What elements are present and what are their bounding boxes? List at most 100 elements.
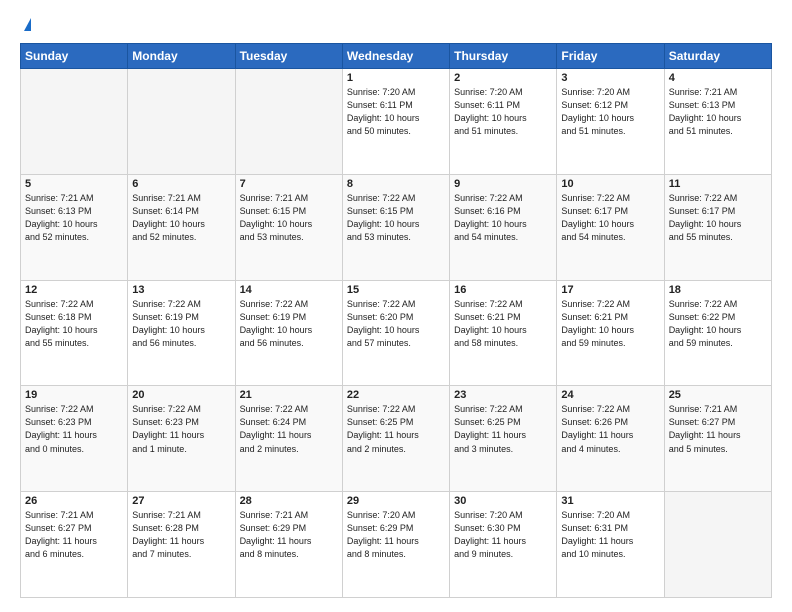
day-info: Sunrise: 7:22 AM Sunset: 6:19 PM Dayligh…: [240, 298, 338, 350]
day-header-sunday: Sunday: [21, 44, 128, 69]
calendar-cell: 30 Sunrise: 7:20 AM Sunset: 6:30 PM Dayli…: [450, 492, 557, 598]
day-info: Sunrise: 7:20 AM Sunset: 6:11 PM Dayligh…: [454, 86, 552, 138]
calendar-cell: 16 Sunrise: 7:22 AM Sunset: 6:21 PM Dayli…: [450, 280, 557, 386]
day-number: 1: [347, 72, 445, 84]
day-header-saturday: Saturday: [664, 44, 771, 69]
calendar-cell: 26 Sunrise: 7:21 AM Sunset: 6:27 PM Dayli…: [21, 492, 128, 598]
day-info: Sunrise: 7:21 AM Sunset: 6:14 PM Dayligh…: [132, 192, 230, 244]
day-number: 16: [454, 284, 552, 296]
day-info: Sunrise: 7:22 AM Sunset: 6:15 PM Dayligh…: [347, 192, 445, 244]
calendar-cell: 9Sunrise: 7:22 AM Sunset: 6:16 PM Daylig…: [450, 174, 557, 280]
calendar-cell: 19 Sunrise: 7:22 AM Sunset: 6:23 PM Dayli…: [21, 386, 128, 492]
day-info: Sunrise: 7:22 AM Sunset: 6:20 PM Dayligh…: [347, 298, 445, 350]
day-info: Sunrise: 7:21 AM Sunset: 6:27 PM Dayligh…: [25, 509, 123, 561]
page: SundayMondayTuesdayWednesdayThursdayFrid…: [0, 0, 792, 612]
day-number: 12: [25, 284, 123, 296]
day-info: Sunrise: 7:20 AM Sunset: 6:11 PM Dayligh…: [347, 86, 445, 138]
day-header-friday: Friday: [557, 44, 664, 69]
calendar-cell: 29 Sunrise: 7:20 AM Sunset: 6:29 PM Dayli…: [342, 492, 449, 598]
calendar-header-row: SundayMondayTuesdayWednesdayThursdayFrid…: [21, 44, 772, 69]
calendar-cell: 12 Sunrise: 7:22 AM Sunset: 6:18 PM Dayli…: [21, 280, 128, 386]
day-info: Sunrise: 7:22 AM Sunset: 6:23 PM Dayligh…: [25, 403, 123, 455]
week-row-4: 26 Sunrise: 7:21 AM Sunset: 6:27 PM Dayli…: [21, 492, 772, 598]
day-info: Sunrise: 7:20 AM Sunset: 6:31 PM Dayligh…: [561, 509, 659, 561]
calendar-cell: [235, 69, 342, 175]
day-info: Sunrise: 7:22 AM Sunset: 6:25 PM Dayligh…: [454, 403, 552, 455]
calendar-cell: 28 Sunrise: 7:21 AM Sunset: 6:29 PM Dayli…: [235, 492, 342, 598]
day-info: Sunrise: 7:22 AM Sunset: 6:22 PM Dayligh…: [669, 298, 767, 350]
day-number: 26: [25, 495, 123, 507]
day-number: 30: [454, 495, 552, 507]
calendar-cell: 15 Sunrise: 7:22 AM Sunset: 6:20 PM Dayli…: [342, 280, 449, 386]
week-row-3: 19 Sunrise: 7:22 AM Sunset: 6:23 PM Dayli…: [21, 386, 772, 492]
header: [20, 18, 772, 33]
calendar-cell: 3 Sunrise: 7:20 AM Sunset: 6:12 PM Daylig…: [557, 69, 664, 175]
day-header-tuesday: Tuesday: [235, 44, 342, 69]
day-number: 31: [561, 495, 659, 507]
calendar-cell: 14 Sunrise: 7:22 AM Sunset: 6:19 PM Dayli…: [235, 280, 342, 386]
day-info: Sunrise: 7:22 AM Sunset: 6:17 PM Dayligh…: [669, 192, 767, 244]
day-number: 10: [561, 178, 659, 190]
calendar-cell: 6 Sunrise: 7:21 AM Sunset: 6:14 PM Daylig…: [128, 174, 235, 280]
day-number: 8: [347, 178, 445, 190]
day-number: 18: [669, 284, 767, 296]
calendar-cell: 5 Sunrise: 7:21 AM Sunset: 6:13 PM Daylig…: [21, 174, 128, 280]
day-number: 5: [25, 178, 123, 190]
day-header-monday: Monday: [128, 44, 235, 69]
calendar-cell: [21, 69, 128, 175]
day-info: Sunrise: 7:21 AM Sunset: 6:29 PM Dayligh…: [240, 509, 338, 561]
calendar-cell: 13Sunrise: 7:22 AM Sunset: 6:19 PM Dayli…: [128, 280, 235, 386]
day-info: Sunrise: 7:20 AM Sunset: 6:29 PM Dayligh…: [347, 509, 445, 561]
day-number: 24: [561, 389, 659, 401]
day-number: 21: [240, 389, 338, 401]
day-number: 17: [561, 284, 659, 296]
day-info: Sunrise: 7:20 AM Sunset: 6:12 PM Dayligh…: [561, 86, 659, 138]
calendar-table: SundayMondayTuesdayWednesdayThursdayFrid…: [20, 43, 772, 598]
day-info: Sunrise: 7:22 AM Sunset: 6:21 PM Dayligh…: [561, 298, 659, 350]
day-info: Sunrise: 7:22 AM Sunset: 6:21 PM Dayligh…: [454, 298, 552, 350]
calendar-cell: 24Sunrise: 7:22 AM Sunset: 6:26 PM Dayli…: [557, 386, 664, 492]
logo: [20, 18, 31, 33]
day-info: Sunrise: 7:22 AM Sunset: 6:18 PM Dayligh…: [25, 298, 123, 350]
day-info: Sunrise: 7:21 AM Sunset: 6:28 PM Dayligh…: [132, 509, 230, 561]
calendar-cell: 4Sunrise: 7:21 AM Sunset: 6:13 PM Daylig…: [664, 69, 771, 175]
calendar-cell: 17 Sunrise: 7:22 AM Sunset: 6:21 PM Dayli…: [557, 280, 664, 386]
calendar-cell: 11 Sunrise: 7:22 AM Sunset: 6:17 PM Dayli…: [664, 174, 771, 280]
day-number: 14: [240, 284, 338, 296]
day-number: 20: [132, 389, 230, 401]
calendar-cell: 22Sunrise: 7:22 AM Sunset: 6:25 PM Dayli…: [342, 386, 449, 492]
calendar-cell: 31 Sunrise: 7:20 AM Sunset: 6:31 PM Dayli…: [557, 492, 664, 598]
day-number: 22: [347, 389, 445, 401]
calendar-cell: 8 Sunrise: 7:22 AM Sunset: 6:15 PM Daylig…: [342, 174, 449, 280]
calendar-cell: 21 Sunrise: 7:22 AM Sunset: 6:24 PM Dayli…: [235, 386, 342, 492]
week-row-1: 5 Sunrise: 7:21 AM Sunset: 6:13 PM Daylig…: [21, 174, 772, 280]
day-info: Sunrise: 7:22 AM Sunset: 6:23 PM Dayligh…: [132, 403, 230, 455]
logo-triangle-icon: [24, 18, 31, 31]
calendar-cell: 10 Sunrise: 7:22 AM Sunset: 6:17 PM Dayli…: [557, 174, 664, 280]
week-row-2: 12 Sunrise: 7:22 AM Sunset: 6:18 PM Dayli…: [21, 280, 772, 386]
day-number: 3: [561, 72, 659, 84]
calendar-cell: 18 Sunrise: 7:22 AM Sunset: 6:22 PM Dayli…: [664, 280, 771, 386]
day-number: 27: [132, 495, 230, 507]
day-info: Sunrise: 7:22 AM Sunset: 6:17 PM Dayligh…: [561, 192, 659, 244]
day-info: Sunrise: 7:21 AM Sunset: 6:13 PM Dayligh…: [669, 86, 767, 138]
day-info: Sunrise: 7:21 AM Sunset: 6:13 PM Dayligh…: [25, 192, 123, 244]
calendar-cell: 7Sunrise: 7:21 AM Sunset: 6:15 PM Daylig…: [235, 174, 342, 280]
day-number: 25: [669, 389, 767, 401]
day-number: 23: [454, 389, 552, 401]
calendar-cell: 25Sunrise: 7:21 AM Sunset: 6:27 PM Dayli…: [664, 386, 771, 492]
day-number: 7: [240, 178, 338, 190]
day-info: Sunrise: 7:22 AM Sunset: 6:24 PM Dayligh…: [240, 403, 338, 455]
day-number: 28: [240, 495, 338, 507]
calendar-cell: 20 Sunrise: 7:22 AM Sunset: 6:23 PM Dayli…: [128, 386, 235, 492]
day-number: 2: [454, 72, 552, 84]
day-header-thursday: Thursday: [450, 44, 557, 69]
day-number: 11: [669, 178, 767, 190]
calendar-cell: 1 Sunrise: 7:20 AM Sunset: 6:11 PM Daylig…: [342, 69, 449, 175]
week-row-0: 1 Sunrise: 7:20 AM Sunset: 6:11 PM Daylig…: [21, 69, 772, 175]
day-number: 15: [347, 284, 445, 296]
day-number: 19: [25, 389, 123, 401]
day-number: 29: [347, 495, 445, 507]
day-info: Sunrise: 7:20 AM Sunset: 6:30 PM Dayligh…: [454, 509, 552, 561]
day-number: 6: [132, 178, 230, 190]
